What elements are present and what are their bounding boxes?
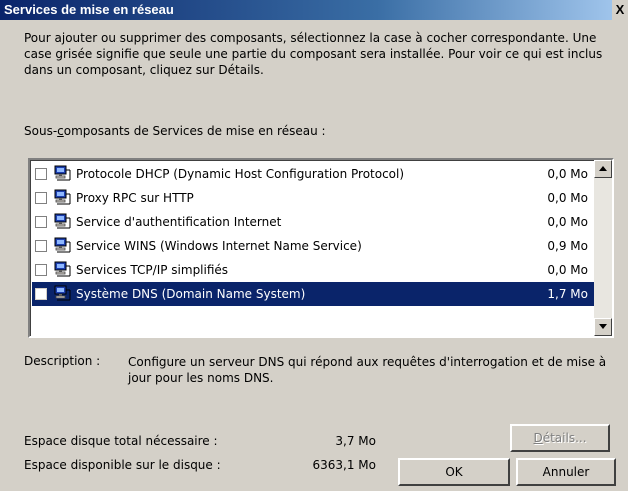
vertical-scrollbar[interactable] <box>594 160 612 336</box>
disk-required-label: Espace disque total nécessaire : <box>24 434 218 448</box>
component-row[interactable]: Protocole DHCP (Dynamic Host Configurati… <box>32 162 594 186</box>
component-label: Service WINS (Windows Internet Name Serv… <box>76 239 362 253</box>
component-size: 1,7 Mo <box>547 287 588 301</box>
component-label: Service d'authentification Internet <box>76 215 282 229</box>
details-button[interactable]: Détails... <box>510 424 610 452</box>
disk-required-value: 3,7 Mo <box>335 434 376 448</box>
cancel-button[interactable]: Annuler <box>516 458 616 486</box>
component-checkbox[interactable] <box>35 240 47 252</box>
component-row[interactable]: Système DNS (Domain Name System) 1,7 Mo <box>32 282 594 306</box>
network-component-icon <box>54 213 72 230</box>
component-row[interactable]: Services TCP/IP simplifiés 0,0 Mo <box>32 258 594 282</box>
component-checkbox[interactable] <box>35 216 47 228</box>
component-size: 0,0 Mo <box>547 191 588 205</box>
component-label: Système DNS (Domain Name System) <box>76 287 306 301</box>
sub-components-label: Sous-composants de Services de mise en r… <box>24 124 326 138</box>
scroll-down-button[interactable] <box>594 318 612 336</box>
description-label: Description : <box>24 354 101 368</box>
components-listbox[interactable]: Protocole DHCP (Dynamic Host Configurati… <box>28 158 614 338</box>
component-row[interactable]: Proxy RPC sur HTTP 0,0 Mo <box>32 186 594 210</box>
component-checkbox[interactable] <box>35 288 47 300</box>
network-component-icon <box>54 285 72 302</box>
window-title: Services de mise en réseau <box>4 2 174 17</box>
network-component-icon <box>54 237 72 254</box>
component-size: 0,9 Mo <box>547 239 588 253</box>
network-component-icon <box>54 189 72 206</box>
disk-available-label: Espace disponible sur le disque : <box>24 458 221 472</box>
component-row[interactable]: Service d'authentification Internet 0,0 M… <box>32 210 594 234</box>
title-bar: Services de mise en réseau X <box>0 0 628 20</box>
component-size: 0,0 Mo <box>547 167 588 181</box>
component-size: 0,0 Mo <box>547 263 588 277</box>
component-label: Proxy RPC sur HTTP <box>76 191 194 205</box>
component-checkbox[interactable] <box>35 168 47 180</box>
component-label: Protocole DHCP (Dynamic Host Configurati… <box>76 167 405 181</box>
description-text: Configure un serveur DNS qui répond aux … <box>128 355 607 385</box>
close-icon: X <box>615 2 625 17</box>
close-button[interactable]: X <box>612 0 628 20</box>
scroll-up-button[interactable] <box>594 160 612 178</box>
network-component-icon <box>54 165 72 182</box>
component-row[interactable]: Service WINS (Windows Internet Name Serv… <box>32 234 594 258</box>
network-component-icon <box>54 261 72 278</box>
component-checkbox[interactable] <box>35 264 47 276</box>
arrow-down-icon <box>599 324 607 329</box>
intro-text: Pour ajouter ou supprimer des composants… <box>24 31 603 77</box>
component-label: Services TCP/IP simplifiés <box>76 263 229 277</box>
components-list: Protocole DHCP (Dynamic Host Configurati… <box>32 162 594 306</box>
arrow-up-icon <box>599 166 607 171</box>
component-checkbox[interactable] <box>35 192 47 204</box>
ok-button[interactable]: OK <box>398 458 510 486</box>
disk-available-value: 6363,1 Mo <box>312 458 377 472</box>
component-size: 0,0 Mo <box>547 215 588 229</box>
